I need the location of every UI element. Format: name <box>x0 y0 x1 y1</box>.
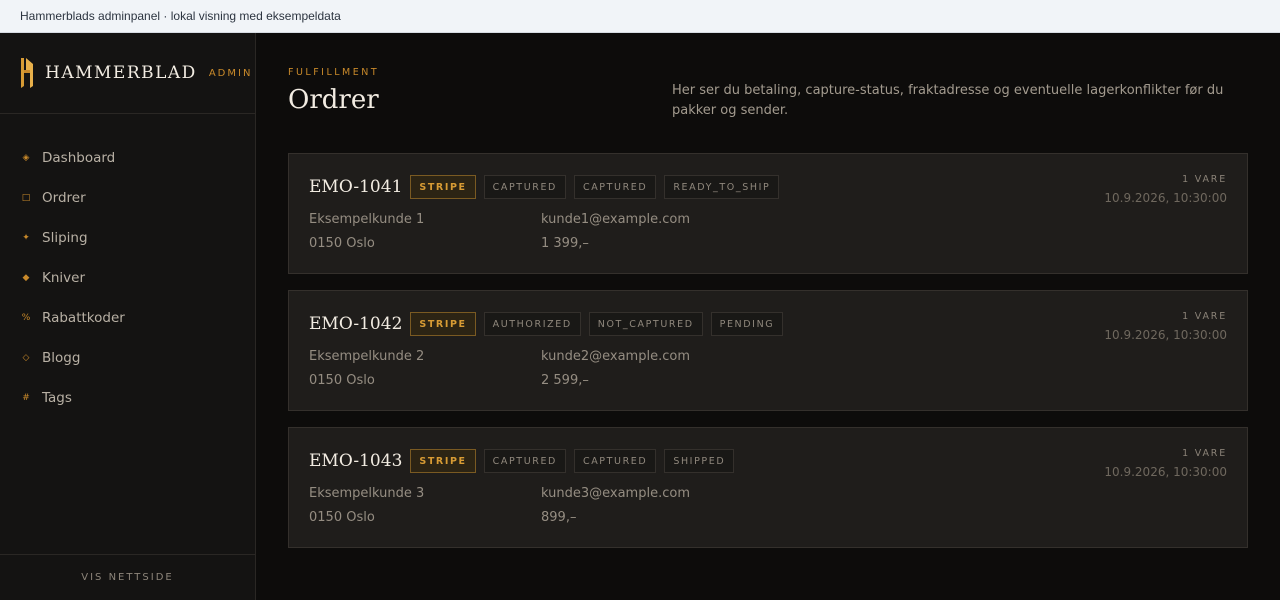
main-content: FULFILLMENT Ordrer Her ser du betaling, … <box>256 33 1280 600</box>
customer-name: Eksempelkunde 3 <box>309 486 425 501</box>
order-details: Eksempelkunde 1 kunde1@example.com 0150 O… <box>309 212 690 260</box>
order-card[interactable]: EMO-1042 STRIPE AUTHORIZED NOT_CAPTURED … <box>288 290 1248 411</box>
diamond-dot-icon: ◈ <box>22 153 30 163</box>
customer-name: Eksempelkunde 1 <box>309 212 425 227</box>
customer-email: kunde2@example.com <box>541 349 690 364</box>
sidebar-item-label: Tags <box>42 390 72 406</box>
capture-status-badge: CAPTURED <box>573 175 657 199</box>
fulfillment-status-badge: SHIPPED <box>664 449 735 473</box>
order-date: 10.9.2026, 10:30:00 <box>1104 328 1227 342</box>
fulfillment-status-badge: PENDING <box>710 312 784 336</box>
order-details: Eksempelkunde 3 kunde3@example.com 0150 O… <box>309 486 690 534</box>
payment-provider-badge: STRIPE <box>410 175 476 199</box>
sidebar-item-tags[interactable]: # Tags <box>0 378 255 418</box>
sidebar-item-label: Dashboard <box>42 150 116 166</box>
sidebar-item-label: Sliping <box>42 230 88 246</box>
order-id: EMO-1042 <box>309 314 403 334</box>
capture-status-badge: NOT_CAPTURED <box>588 312 703 336</box>
order-card[interactable]: EMO-1043 STRIPE CAPTURED CAPTURED SHIPPE… <box>288 427 1248 548</box>
browser-topbar: Hammerblads adminpanel · lokal visning m… <box>0 0 1280 33</box>
fulfillment-status-badge: READY_TO_SHIP <box>664 175 780 199</box>
order-date: 10.9.2026, 10:30:00 <box>1104 191 1227 205</box>
item-count: 1 VARE <box>1182 448 1227 459</box>
order-header: EMO-1041 STRIPE CAPTURED CAPTURED READY_… <box>309 175 787 199</box>
customer-name: Eksempelkunde 2 <box>309 349 425 364</box>
sidebar: HAMMERBLAD ADMIN ◈ Dashboard □ Ordrer ✦ … <box>0 33 256 600</box>
hammerblad-logo-icon <box>18 56 36 90</box>
sidebar-item-label: Blogg <box>42 350 81 366</box>
page-eyebrow: FULFILLMENT <box>288 67 380 78</box>
payment-status-badge: AUTHORIZED <box>483 312 581 336</box>
order-header: EMO-1043 STRIPE CAPTURED CAPTURED SHIPPE… <box>309 449 742 473</box>
order-id: EMO-1043 <box>309 451 403 471</box>
shipping-city: 0150 Oslo <box>309 510 375 525</box>
order-id: EMO-1041 <box>309 177 403 197</box>
brand[interactable]: HAMMERBLAD ADMIN <box>0 33 255 114</box>
order-date: 10.9.2026, 10:30:00 <box>1104 465 1227 479</box>
brand-name: HAMMERBLAD <box>45 63 197 83</box>
percent-icon: % <box>21 313 31 323</box>
customer-email: kunde3@example.com <box>541 486 690 501</box>
capture-status-badge: CAPTURED <box>573 449 657 473</box>
sidebar-item-kniver[interactable]: ◆ Kniver <box>0 258 255 298</box>
order-total: 899,– <box>541 510 577 525</box>
payment-status-badge: CAPTURED <box>483 449 566 473</box>
sidebar-item-ordrer[interactable]: □ Ordrer <box>0 178 255 218</box>
view-site-label: VIS NETTSIDE <box>81 572 174 583</box>
order-summary: 1 VARE 10.9.2026, 10:30:00 <box>1104 174 1227 205</box>
shipping-city: 0150 Oslo <box>309 236 375 251</box>
order-header: EMO-1042 STRIPE AUTHORIZED NOT_CAPTURED … <box>309 312 791 336</box>
brand-tag: ADMIN <box>208 67 253 79</box>
item-count: 1 VARE <box>1182 174 1227 185</box>
shipping-city: 0150 Oslo <box>309 373 375 388</box>
sidebar-item-label: Kniver <box>42 270 86 286</box>
payment-provider-badge: STRIPE <box>410 312 476 336</box>
sidebar-item-rabattkoder[interactable]: % Rabattkoder <box>0 298 255 338</box>
sidebar-item-dashboard[interactable]: ◈ Dashboard <box>0 138 255 178</box>
sidebar-item-label: Rabattkoder <box>42 310 125 326</box>
page-description: Her ser du betaling, capture-status, fra… <box>672 83 1224 118</box>
order-card[interactable]: EMO-1041 STRIPE CAPTURED CAPTURED READY_… <box>288 153 1248 274</box>
sidebar-nav: ◈ Dashboard □ Ordrer ✦ Sliping ◆ Kniver … <box>0 114 255 418</box>
square-icon: □ <box>21 193 31 203</box>
diamond-icon: ◆ <box>22 273 30 283</box>
sidebar-item-label: Ordrer <box>42 190 86 206</box>
page-title: Ordrer <box>288 85 379 115</box>
topbar-text: Hammerblads adminpanel · lokal visning m… <box>20 9 341 23</box>
payment-status-badge: CAPTURED <box>483 175 566 199</box>
sidebar-item-blogg[interactable]: ◇ Blogg <box>0 338 255 378</box>
admin-app: HAMMERBLAD ADMIN ◈ Dashboard □ Ordrer ✦ … <box>0 33 1280 600</box>
payment-provider-badge: STRIPE <box>410 449 476 473</box>
order-summary: 1 VARE 10.9.2026, 10:30:00 <box>1104 311 1227 342</box>
view-site-link[interactable]: VIS NETTSIDE <box>0 554 255 600</box>
sparkle-icon: ✦ <box>22 233 30 243</box>
order-details: Eksempelkunde 2 kunde2@example.com 0150 O… <box>309 349 690 397</box>
diamond-outline-icon: ◇ <box>22 353 30 363</box>
hash-icon: # <box>22 393 30 403</box>
sidebar-item-sliping[interactable]: ✦ Sliping <box>0 218 255 258</box>
order-total: 2 599,– <box>541 373 589 388</box>
item-count: 1 VARE <box>1182 311 1227 322</box>
customer-email: kunde1@example.com <box>541 212 690 227</box>
order-total: 1 399,– <box>541 236 589 251</box>
order-list: EMO-1041 STRIPE CAPTURED CAPTURED READY_… <box>288 153 1248 564</box>
order-summary: 1 VARE 10.9.2026, 10:30:00 <box>1104 448 1227 479</box>
